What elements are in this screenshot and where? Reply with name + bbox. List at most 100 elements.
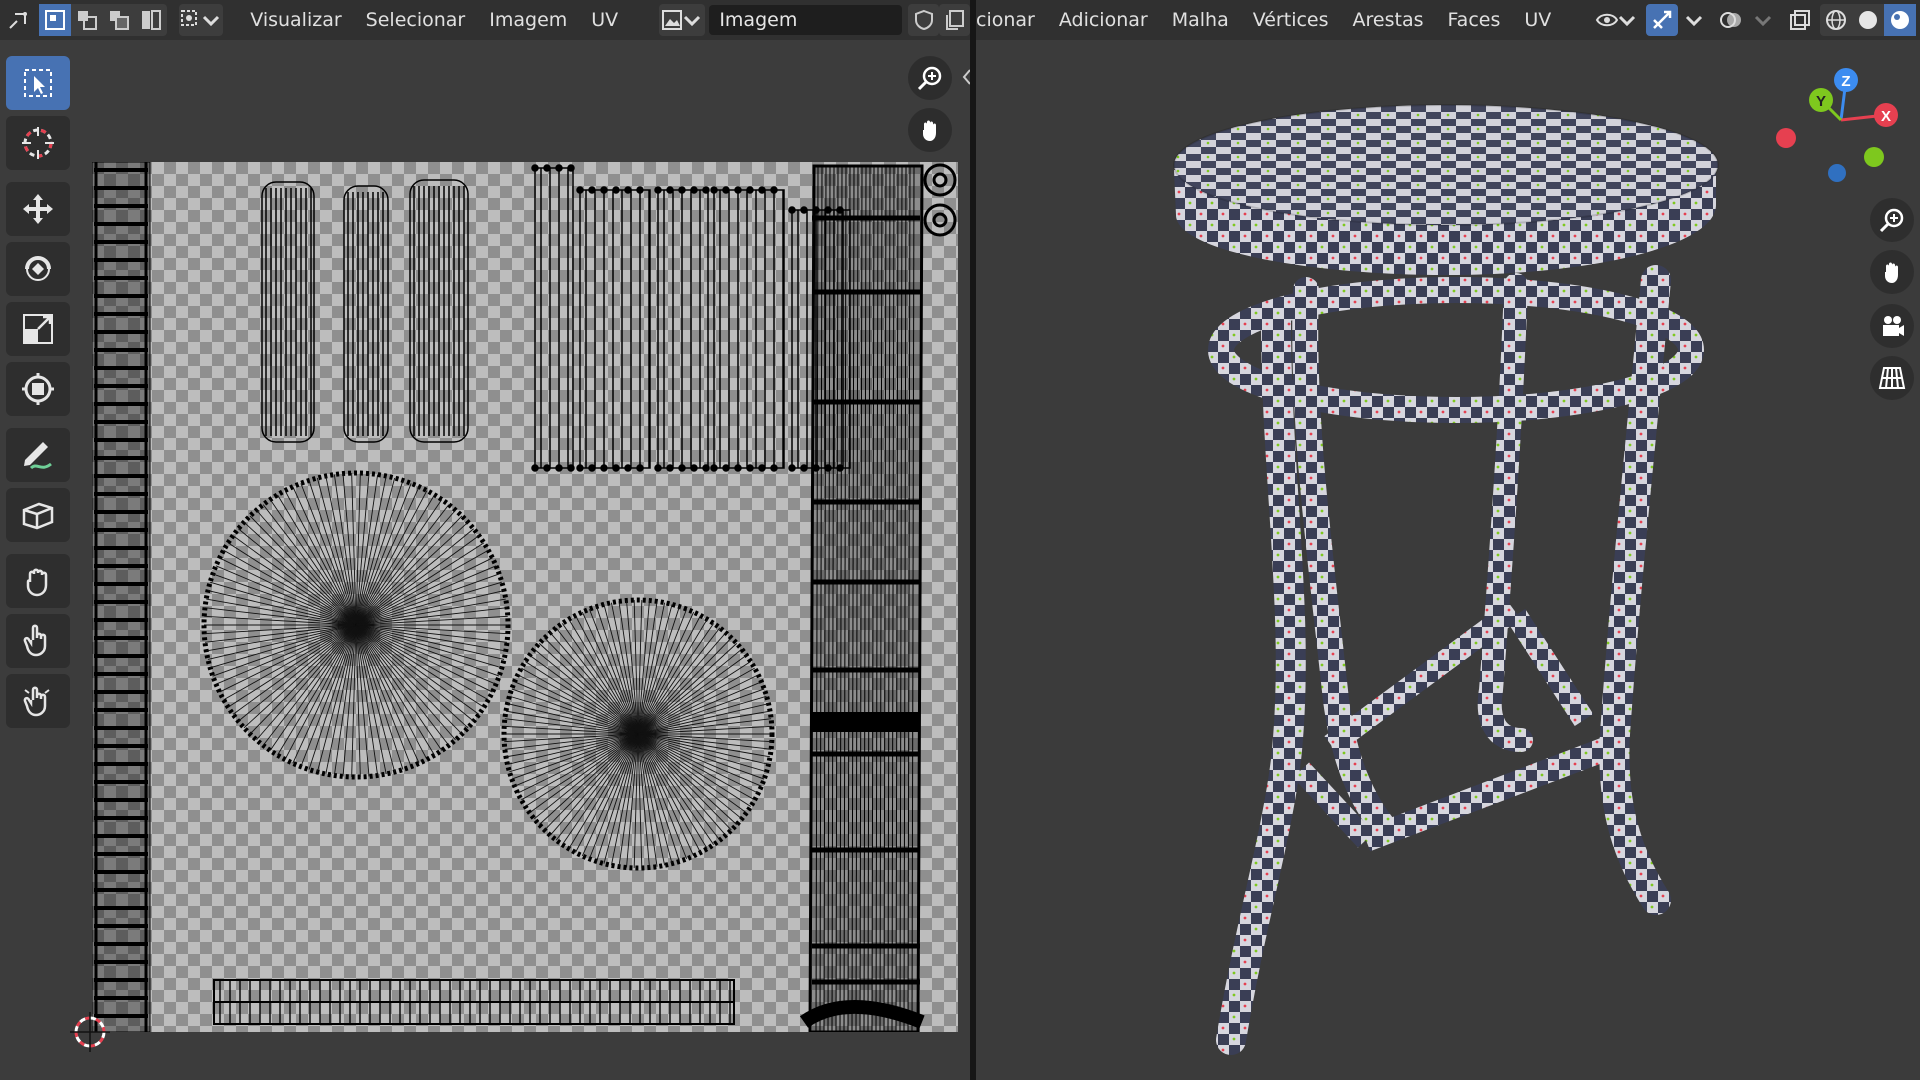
uv-islands[interactable] (92, 162, 958, 1032)
cursor-icon (22, 127, 54, 159)
menu-faces[interactable]: Faces (1436, 4, 1513, 36)
sticky-select-dropdown[interactable] (178, 4, 223, 36)
pan-icon (1885, 262, 1898, 283)
uv-island-left-strip (92, 162, 151, 1032)
uv-2d-cursor[interactable] (70, 1012, 110, 1052)
vp-pan-gizmo[interactable] (1870, 250, 1914, 294)
pinch-tool[interactable] (6, 674, 70, 728)
menu-arestas[interactable]: Arestas (1341, 4, 1436, 36)
gizmo-neg-z-axis[interactable] (1828, 164, 1846, 182)
shading-wireframe-button[interactable] (1820, 4, 1852, 36)
gizmo-z-label: Z (1841, 73, 1850, 90)
relax-tool[interactable] (6, 614, 70, 668)
stool-rail-lower-right-back (1506, 609, 1594, 726)
fake-user-button[interactable] (908, 4, 940, 36)
overlays-dropdown[interactable] (1747, 4, 1779, 36)
image-browse-button[interactable] (659, 4, 706, 36)
cursor-tool[interactable] (6, 116, 70, 170)
rip-tool[interactable] (6, 488, 70, 542)
gizmo-neg-y-axis[interactable] (1864, 147, 1884, 167)
stool-rail-lower-front (1361, 733, 1621, 852)
gizmo-neg-x-axis[interactable] (1776, 128, 1796, 148)
uv-image-canvas[interactable] (92, 162, 958, 1032)
3d-viewport-area[interactable]: cionar Adicionar Malha Vértices Arestas … (976, 0, 1920, 1080)
vp-ortho-toggle[interactable] (1870, 356, 1914, 400)
uv-editor-type-icon (9, 12, 28, 29)
new-image-button[interactable] (939, 4, 970, 36)
material-sphere-icon (1891, 11, 1910, 29)
stool-leg-back-right (1477, 273, 1533, 752)
vp-camera-button[interactable] (1870, 304, 1914, 348)
rotate-tool[interactable] (6, 242, 70, 296)
transform-tool[interactable] (6, 362, 70, 416)
uv-pan-gizmo[interactable] (908, 108, 952, 152)
pan-icon (923, 120, 936, 141)
gizmo-toggle-button[interactable] (1646, 4, 1678, 36)
chevron-down-icon (1618, 15, 1635, 27)
shading-solid-button[interactable] (1852, 4, 1884, 36)
annotate-tool[interactable] (6, 428, 70, 482)
chevron-down-icon (1685, 15, 1702, 27)
select-box-icon (24, 69, 52, 97)
chevron-down-icon (1754, 15, 1771, 27)
xray-toggle-button[interactable] (1784, 4, 1816, 36)
stool-ring-upper (1208, 277, 1704, 423)
select-mode-new-button[interactable] (38, 4, 71, 36)
menu-visualizar[interactable]: Visualizar (238, 4, 353, 36)
gizmo-x-label: X (1881, 108, 1891, 125)
gizmo-y-label: Y (1816, 93, 1826, 110)
gizmo-icon (1653, 10, 1672, 29)
visibility-dropdown[interactable] (1593, 4, 1640, 36)
menu-imagem[interactable]: Imagem (477, 4, 579, 36)
uv-editor-area[interactable]: Visualizar Selecionar Imagem UV Imagem (0, 0, 988, 1080)
select-mode-group (38, 4, 167, 36)
uv-island-bottom-strip (213, 979, 735, 1025)
uv-toolbar (6, 56, 74, 734)
menu-uv[interactable]: UV (1512, 4, 1563, 36)
camera-icon (1883, 316, 1904, 336)
move-icon (23, 194, 53, 224)
menu-malha[interactable]: Malha (1160, 4, 1241, 36)
chevron-down-icon (684, 15, 701, 27)
shading-mode-group (1820, 4, 1917, 36)
overlays-button[interactable] (1715, 4, 1747, 36)
grab-tool[interactable] (6, 554, 70, 608)
uv-island-seat-top (201, 470, 511, 780)
grid-icon (1878, 367, 1906, 389)
menu-vertices[interactable]: Vértices (1241, 4, 1341, 36)
select-mode-extend-button[interactable] (71, 4, 103, 36)
stool-leg-back-left (1292, 277, 1399, 843)
image-name-field[interactable]: Imagem (719, 9, 797, 31)
orientation-gizmo[interactable]: Z X Y (1766, 60, 1916, 200)
uv-zoom-gizmo[interactable] (908, 56, 952, 100)
3d-viewport-header: cionar Adicionar Malha Vértices Arestas … (976, 0, 1920, 40)
shading-material-button[interactable] (1884, 4, 1917, 36)
select-new-icon (44, 10, 65, 30)
select-box-tool[interactable] (6, 56, 70, 110)
select-mode-subtract-button[interactable] (103, 4, 135, 36)
scale-tool[interactable] (6, 302, 70, 356)
wireframe-sphere-icon (1826, 10, 1847, 30)
editor-type-button[interactable] (4, 4, 35, 36)
menu-selecionar[interactable]: Selecionar (354, 4, 478, 36)
solid-sphere-icon (1859, 11, 1878, 29)
zoom-icon (1879, 208, 1904, 233)
transform-icon (22, 373, 54, 405)
vp-zoom-gizmo[interactable] (1870, 198, 1914, 242)
gizmo-dropdown[interactable] (1678, 4, 1710, 36)
move-tool[interactable] (6, 182, 70, 236)
menu-uv[interactable]: UV (579, 4, 630, 36)
uv-editor-header: Visualizar Selecionar Imagem UV Imagem (0, 0, 970, 40)
xray-icon (1790, 10, 1811, 30)
uv-island-caps (923, 163, 957, 237)
uv-island-leg-strips (261, 179, 469, 443)
menu-adicionar[interactable]: Adicionar (1047, 4, 1160, 36)
scale-icon (23, 314, 53, 344)
menu-selecionar-truncated[interactable]: cionar (976, 4, 1047, 36)
pinch-icon (23, 686, 50, 717)
rip-icon (22, 502, 54, 530)
select-extend-icon (77, 11, 97, 30)
uv-island-seat-bottom (501, 597, 775, 871)
select-subtract-icon (109, 11, 129, 30)
select-mode-invert-button[interactable] (135, 4, 167, 36)
